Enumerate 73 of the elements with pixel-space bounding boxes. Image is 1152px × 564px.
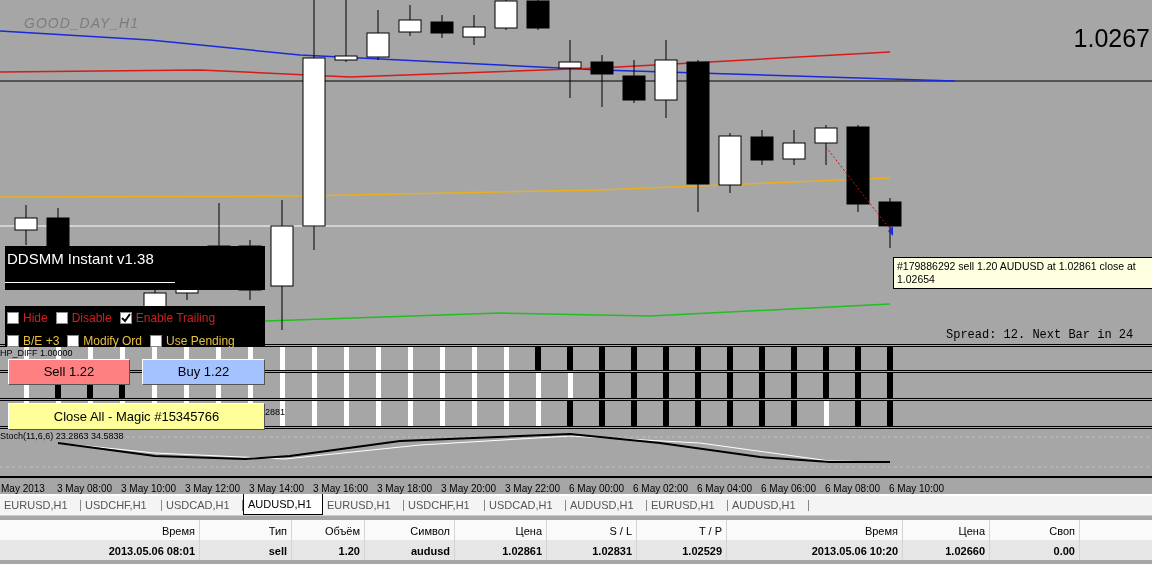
table-cell: sell	[200, 540, 292, 560]
table-cell: 2013.05.06 10:20	[727, 540, 903, 560]
candle	[430, 14, 454, 39]
candle	[622, 59, 646, 104]
buy-button[interactable]: Buy 1.22	[142, 359, 265, 385]
chart-tab[interactable]: EURUSD,H1	[0, 496, 80, 515]
table-cell: 1.02831	[547, 540, 637, 560]
axis-label: 3 May 22:00	[505, 482, 561, 496]
candle	[334, 0, 358, 63]
checkbox-label: Modify Ord	[83, 333, 143, 350]
candle	[494, 0, 518, 31]
axis-label: 3 May 18:00	[377, 482, 433, 496]
axis-label: 3 May 12:00	[185, 482, 241, 496]
table-cell: 1.20	[292, 540, 365, 560]
table-cell: 1.02861	[455, 540, 547, 560]
candle	[878, 197, 902, 249]
axis-label: 6 May 02:00	[633, 482, 689, 496]
candle	[526, 0, 550, 31]
panel-title: DDSMM Instant v1.38	[7, 249, 154, 269]
close-all-button[interactable]: Close All - Magic #15345766	[8, 403, 265, 430]
axis-label: 6 May 04:00	[697, 482, 753, 496]
candle	[750, 129, 774, 166]
chart-tab[interactable]: USDCHF,H1	[81, 496, 161, 515]
candle	[462, 14, 486, 46]
status-text: Spread: 12. Next Bar in 24	[946, 327, 1134, 344]
checkbox[interactable]	[119, 312, 132, 324]
table-cell: 1.02660	[903, 540, 990, 560]
axis-label: 6 May 08:00	[825, 482, 881, 496]
price-label: 1.0267	[1073, 23, 1150, 54]
chart-tab[interactable]: USDCAD,H1	[162, 496, 242, 515]
indicator-label: Stoch(11,6,6) 23.2863 34.5838	[0, 430, 124, 443]
indicator-label: HP_DIFF 1.00000	[0, 348, 73, 358]
candle	[366, 9, 390, 61]
candle	[814, 124, 838, 166]
axis-label: May 2013	[1, 482, 45, 496]
checkbox[interactable]	[55, 312, 68, 324]
candle	[718, 132, 742, 194]
checkbox[interactable]	[7, 312, 19, 324]
checkbox-label: Enable Trailing	[135, 310, 216, 327]
table-cell: audusd	[365, 540, 455, 560]
axis-label: 6 May 06:00	[761, 482, 817, 496]
candle	[782, 129, 806, 166]
candle	[558, 39, 582, 99]
axis-label: 6 May 10:00	[889, 482, 945, 496]
chart-tab[interactable]: EURUSD,H1	[323, 496, 403, 515]
checkbox[interactable]	[7, 335, 19, 347]
table-cell: 1.02529	[637, 540, 727, 560]
axis-label: 3 May 10:00	[121, 482, 177, 496]
chart-tab[interactable]: AUDUSD,H1	[243, 494, 323, 515]
chart-tab[interactable]: AUDUSD,H1	[566, 496, 646, 515]
candle	[398, 4, 422, 37]
chart-tab[interactable]: USDCAD,H1	[485, 496, 565, 515]
arrow-icon	[888, 226, 893, 236]
chart-tab[interactable]: USDCHF,H1	[404, 496, 484, 515]
axis-label: 3 May 14:00	[249, 482, 305, 496]
tooltip: #179886292 sell 1.20 AUDUSD at 1.02861 close at 1.02654	[893, 257, 1152, 289]
checkbox[interactable]	[150, 335, 163, 347]
checkbox-label: B/E +3	[23, 333, 60, 350]
axis-label: 6 May 00:00	[569, 482, 625, 496]
sell-button[interactable]: Sell 1.22	[8, 359, 130, 385]
indicator-value: 2881	[265, 407, 286, 417]
checkbox-label: Hide	[23, 310, 48, 327]
checkbox-label: Disable	[71, 310, 112, 327]
checkbox[interactable]	[67, 335, 80, 347]
candle	[590, 54, 614, 108]
table-cell: 0.00	[990, 540, 1080, 560]
chart-tab[interactable]: AUDUSD,H1	[728, 496, 808, 515]
checkbox-label: Use Pending	[166, 333, 235, 350]
axis-label: 3 May 16:00	[313, 482, 369, 496]
table-cell: 2013.05.06 08:01	[0, 540, 200, 560]
chart-tab[interactable]: EURUSD,H1	[647, 496, 727, 515]
axis-label: 3 May 08:00	[57, 482, 113, 496]
axis-label: 3 May 20:00	[441, 482, 497, 496]
